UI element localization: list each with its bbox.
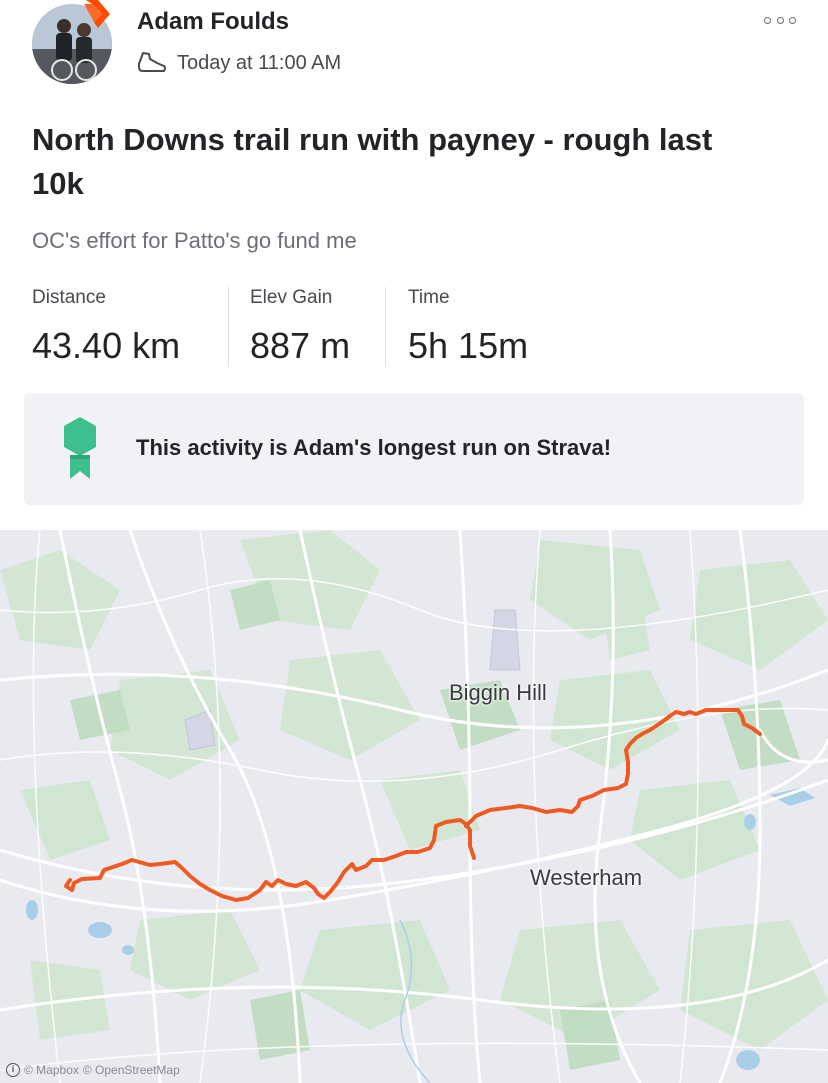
map-attribution[interactable]: i © Mapbox © OpenStreetMap <box>6 1063 180 1077</box>
mapbox-attribution[interactable]: © Mapbox <box>24 1063 79 1077</box>
more-icon <box>764 16 771 24</box>
map-label-biggin-hill: Biggin Hill <box>449 680 547 705</box>
more-icon-dot <box>789 16 796 24</box>
osm-attribution[interactable]: © OpenStreetMap <box>83 1063 180 1077</box>
activity-meta: Today at 11:00 AM <box>137 50 341 76</box>
strava-logo-icon <box>84 0 110 28</box>
shoe-icon <box>138 52 166 72</box>
stat-label: Time <box>408 287 450 308</box>
stat-distance: Distance 43.40 km <box>32 287 228 367</box>
stat-value: 887 m <box>250 325 351 366</box>
stat-label: Distance <box>32 287 106 308</box>
activity-stats: Distance 43.40 km Elev Gain 887 m Time 5… <box>32 287 528 367</box>
achievement-text: This activity is Adam's longest run on S… <box>136 435 612 460</box>
athlete-name[interactable]: Adam Foulds <box>137 8 289 36</box>
stat-time: Time 5h 15m <box>385 287 528 367</box>
activity-timestamp: Today at 11:00 AM <box>177 51 342 74</box>
map-label-westerham: Westerham <box>530 865 643 890</box>
medal-icon <box>64 417 96 479</box>
map-canvas <box>0 530 828 1083</box>
stat-value: 5h 15m <box>408 325 529 366</box>
info-icon[interactable]: i <box>6 1063 20 1077</box>
activity-description: OC's effort for Patto's go fund me <box>32 228 357 253</box>
stat-value: 43.40 km <box>32 325 181 366</box>
stat-elev-gain: Elev Gain 887 m <box>228 287 385 367</box>
activity-title[interactable]: North Downs trail run with payney - roug… <box>32 118 732 206</box>
more-options-button[interactable] <box>764 10 796 30</box>
stat-label: Elev Gain <box>250 287 333 308</box>
more-icon-dot <box>776 16 784 24</box>
activity-map[interactable]: Biggin Hill Westerham i © Mapbox © OpenS… <box>0 530 828 1083</box>
achievement-banner[interactable]: This activity is Adam's longest run on S… <box>24 393 804 505</box>
